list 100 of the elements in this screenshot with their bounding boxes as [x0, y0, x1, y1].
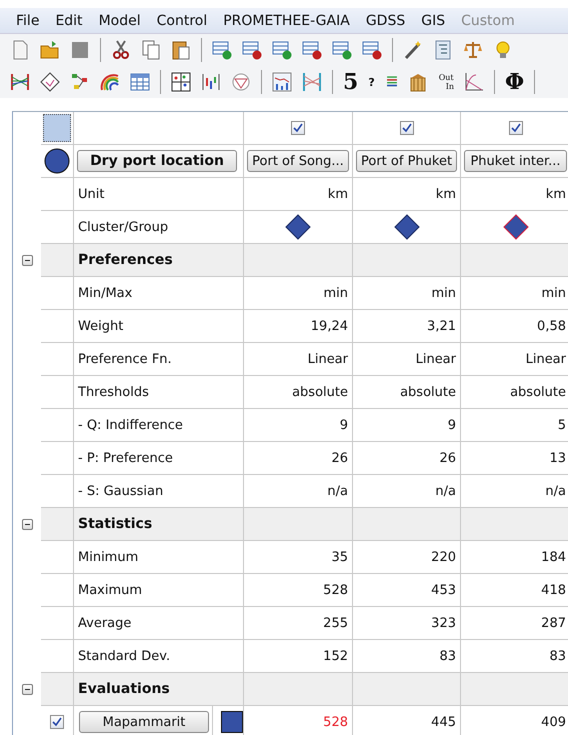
- cluster-diamond-icon[interactable]: [502, 214, 528, 240]
- section-title: Evaluations: [74, 673, 244, 706]
- action-button[interactable]: Mapammarit: [79, 711, 209, 733]
- row-label: Minimum: [74, 541, 244, 574]
- table-cell: absolute: [244, 376, 353, 409]
- scatter-plot-icon[interactable]: [171, 72, 191, 92]
- menu-item[interactable]: GIS: [413, 12, 454, 28]
- table-cell: km: [461, 178, 568, 211]
- bar-lines-icon[interactable]: [201, 72, 221, 92]
- table-cell: min: [461, 277, 568, 310]
- number-glyph[interactable]: 5: [343, 71, 358, 93]
- table-cell: [41, 310, 74, 343]
- table-cell: absolute: [353, 376, 461, 409]
- table-cell: 19,24: [244, 310, 353, 343]
- table-cell: [41, 607, 74, 640]
- table-cell: 445: [353, 706, 461, 735]
- table-cell: 418: [461, 574, 568, 607]
- table-cell: min: [244, 277, 353, 310]
- out-in-label[interactable]: Out In: [438, 73, 454, 91]
- table-cell: 220: [353, 541, 461, 574]
- row-label: - Q: Indifference: [74, 409, 244, 442]
- delete-column-icon[interactable]: [302, 40, 322, 60]
- table-cell: [41, 442, 74, 475]
- row-label: Weight: [74, 310, 244, 343]
- cluster-diamond-icon[interactable]: [285, 214, 311, 240]
- paste-icon[interactable]: [171, 40, 191, 60]
- table-cell: [41, 244, 74, 277]
- table-cell: [41, 343, 74, 376]
- table-cell: 13: [461, 442, 568, 475]
- table-cell: [41, 277, 74, 310]
- square-icon[interactable]: [70, 40, 90, 60]
- cluster-diamond-icon[interactable]: [394, 214, 420, 240]
- section-title: Preferences: [74, 244, 244, 277]
- table-cell: 323: [353, 607, 461, 640]
- color-swatch[interactable]: [221, 711, 243, 733]
- table-cell: [41, 574, 74, 607]
- table-cell: Linear: [461, 343, 568, 376]
- table-cell: min: [353, 277, 461, 310]
- menu-item[interactable]: Edit: [47, 12, 91, 28]
- checkbox[interactable]: [50, 715, 64, 729]
- collapse-toggle[interactable]: [22, 684, 32, 695]
- criterion-button[interactable]: Phuket inter...: [464, 150, 567, 172]
- scenario-button[interactable]: Dry port location: [77, 150, 237, 172]
- table-cell: 528: [244, 574, 353, 607]
- diamond-chart-icon[interactable]: [40, 72, 60, 92]
- table-cell: 409: [461, 706, 568, 735]
- circle-chart-icon[interactable]: [231, 72, 251, 92]
- network-icon[interactable]: [70, 72, 90, 92]
- table-cell: [41, 409, 74, 442]
- rainbow-icon[interactable]: [100, 72, 120, 92]
- table-cell: 3,21: [353, 310, 461, 343]
- row-label: Thresholds: [74, 376, 244, 409]
- criterion-button[interactable]: Port of Phuket: [356, 150, 458, 172]
- phi-glyph[interactable]: Φ: [505, 71, 524, 93]
- collapse-toggle[interactable]: [22, 255, 32, 266]
- bar-chart-icon[interactable]: [272, 72, 292, 92]
- parallel-lines-icon[interactable]: [10, 72, 30, 92]
- table-cell: absolute: [461, 376, 568, 409]
- table-cell: 9: [353, 409, 461, 442]
- delete-table-icon[interactable]: [362, 40, 382, 60]
- checkbox[interactable]: [291, 121, 305, 135]
- checkbox[interactable]: [508, 121, 522, 135]
- delete-row-icon[interactable]: [242, 40, 262, 60]
- collapse-toggle[interactable]: [22, 519, 32, 530]
- row-label: Min/Max: [74, 277, 244, 310]
- table-cell: 26: [353, 442, 461, 475]
- table-cell: 26: [244, 442, 353, 475]
- curve-graph-icon[interactable]: [464, 72, 484, 92]
- scales-icon[interactable]: [463, 40, 483, 60]
- table-cell: km: [353, 178, 461, 211]
- open-folder-icon[interactable]: [40, 40, 60, 60]
- magic-wand-icon[interactable]: [403, 40, 423, 60]
- copy-icon[interactable]: [141, 40, 161, 60]
- table-cell: Linear: [353, 343, 461, 376]
- table-cell: 287: [461, 607, 568, 640]
- scissors-icon[interactable]: [111, 40, 131, 60]
- criterion-button[interactable]: Port of Song...: [247, 150, 349, 172]
- add-table-icon[interactable]: [332, 40, 352, 60]
- list-icon[interactable]: [433, 40, 453, 60]
- table-cell: Linear: [244, 343, 353, 376]
- table-cell: 5: [461, 409, 568, 442]
- menu-item[interactable]: File: [8, 12, 48, 28]
- menu-item[interactable]: Control: [148, 12, 216, 28]
- menu-item[interactable]: PROMETHEE-GAIA: [215, 12, 358, 28]
- help-glyph[interactable]: ?: [368, 76, 375, 88]
- row-label: - P: Preference: [74, 442, 244, 475]
- add-row-icon[interactable]: [212, 40, 232, 60]
- row-label: Unit: [74, 178, 244, 211]
- row-label: Maximum: [74, 574, 244, 607]
- section-title: Statistics: [74, 508, 244, 541]
- table-cell: [41, 541, 74, 574]
- add-column-icon[interactable]: [272, 40, 292, 60]
- menu-item[interactable]: GDSS: [358, 12, 414, 28]
- table-cell: [41, 508, 74, 541]
- table-icon[interactable]: [130, 72, 150, 92]
- checkbox[interactable]: [400, 121, 414, 135]
- table-cell: km: [244, 178, 353, 211]
- line-profile-icon[interactable]: [302, 72, 322, 92]
- table-cell: 528: [244, 706, 353, 735]
- menu-item[interactable]: Model: [90, 12, 149, 28]
